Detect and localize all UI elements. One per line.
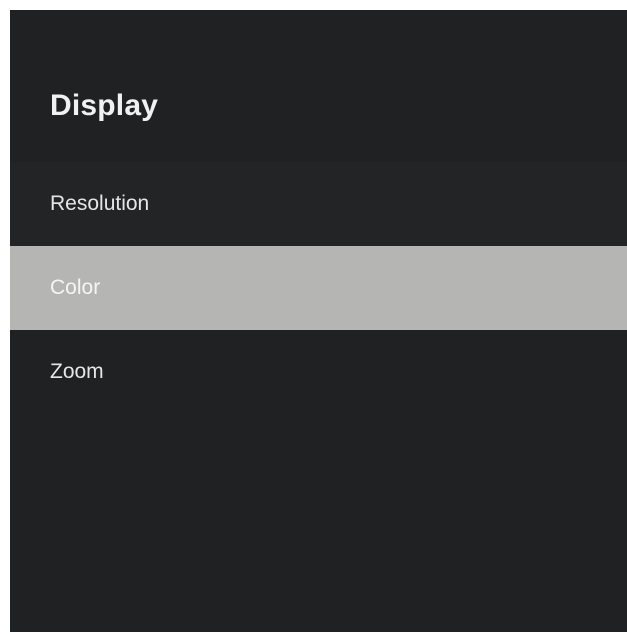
page-title: Display xyxy=(50,89,159,122)
menu-item-color[interactable]: Color xyxy=(10,246,627,330)
display-settings-screen: Display Resolution Color Zoom xyxy=(10,10,627,632)
menu-item-label: Resolution xyxy=(50,192,150,215)
menu-item-label: Color xyxy=(50,276,101,299)
menu-item-zoom[interactable]: Zoom xyxy=(10,330,627,414)
header: Display xyxy=(10,10,627,162)
display-menu: Resolution Color Zoom xyxy=(10,162,627,414)
menu-item-label: Zoom xyxy=(50,360,104,383)
menu-item-resolution[interactable]: Resolution xyxy=(10,162,627,246)
